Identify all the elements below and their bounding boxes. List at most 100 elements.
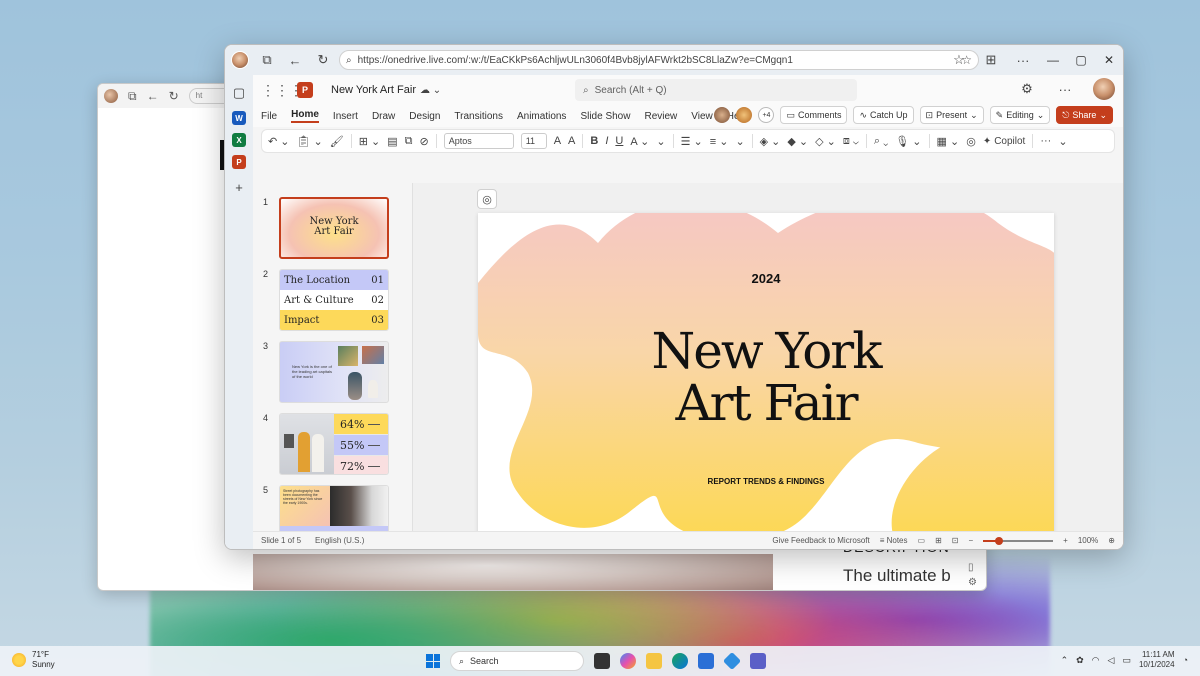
find-icon[interactable]: ⌕ ⌄ [874,135,888,148]
settings-icon[interactable]: ⚙ [968,577,977,588]
battery-icon[interactable]: ▭ [1122,655,1131,666]
azure-icon[interactable] [722,651,742,671]
designer-icon[interactable]: ▦ ⌄ [937,135,960,148]
slide-thumbnail-1[interactable]: New York Art Fair [279,197,389,259]
reuse-slides-icon[interactable]: ⧉ [405,135,413,148]
zoom-knob[interactable] [994,536,1003,545]
volume-icon[interactable]: ◁ [1108,655,1115,666]
share-button[interactable]: ⎋ Share ⌄ [1056,106,1113,124]
arrange-icon[interactable]: ⧈ ⌄ [843,135,859,148]
underline-icon[interactable]: U [615,135,623,147]
zoom-out-icon[interactable]: − [968,536,973,545]
tabs-icon[interactable]: ⧉ [128,89,137,104]
present-button[interactable]: ⊡ Present ⌄ [919,106,984,124]
start-icon[interactable] [426,654,440,668]
tab-slide-show[interactable]: Slide Show [580,111,630,122]
weather-widget[interactable]: 71°F Sunny [12,650,55,670]
shape-fill-icon[interactable]: ◆ ⌄ [787,135,808,148]
decrease-font-icon[interactable]: A [568,135,575,147]
store-icon[interactable] [698,653,714,669]
collaborator-avatar[interactable] [736,107,753,123]
shape-outline-icon[interactable]: ◇ ⌄ [815,135,836,148]
slide-thumbnail-3[interactable]: New York is the one of the leading art c… [279,341,389,403]
font-size-select[interactable]: 11 [520,133,547,149]
more-options-icon[interactable]: ··· [1040,135,1051,147]
search-input[interactable]: ⌕ Search (Alt + Q) [575,79,857,101]
reading-view-icon[interactable]: ⊡ [952,536,959,545]
profile-avatar[interactable] [104,89,118,103]
tabs-panel-icon[interactable]: ▢ [229,83,249,103]
profile-avatar[interactable] [231,51,249,69]
more-paragraph-icon[interactable]: ⌄ [735,135,744,148]
more-icon[interactable]: ··· [1013,50,1033,70]
hide-slide-icon[interactable]: ⊘ [419,135,428,148]
slide-canvas[interactable]: 2024 New York Art Fair REPORT TRENDS & FI… [478,213,1054,547]
chevron-up-icon[interactable]: ⌃ [1061,655,1069,666]
slide-thumbnail-4[interactable]: 64% 55% 72% [279,413,389,475]
wifi-icon[interactable]: ◠ [1092,655,1100,666]
increase-font-icon[interactable]: A [554,135,561,147]
tab-insert[interactable]: Insert [333,111,358,122]
collaborator-avatar[interactable] [714,107,731,123]
close-button[interactable]: ✕ [1101,53,1117,67]
more-icon[interactable]: ··· [1055,79,1075,99]
slide-thumbnail-2[interactable]: The Location 01 Art & Culture 02 Impact 03 [279,269,389,331]
loop-icon[interactable]: ◎ [966,135,976,148]
powerpoint-icon[interactable]: P [232,155,246,169]
collections-icon[interactable]: ⊞ [981,50,1001,70]
collapse-ribbon-icon[interactable]: ⌄ [1058,135,1067,148]
file-explorer-icon[interactable] [646,653,662,669]
back-icon[interactable]: ← [147,89,159,103]
refresh-icon[interactable]: ↻ [313,50,333,70]
tab-view[interactable]: View [691,111,713,122]
edge-window[interactable]: ⧉ ← ↻ ⌕ https://onedrive.live.com/:w:/t/… [224,44,1124,550]
more-collaborators[interactable]: +4 [758,107,775,123]
designer-icon[interactable]: ◎ [477,189,497,209]
word-icon[interactable]: W [232,111,246,125]
normal-view-icon[interactable]: ▭ [918,536,926,545]
tab-file[interactable]: File [261,111,277,122]
more-font-icon[interactable]: ⌄ [656,135,665,148]
zoom-in-icon[interactable]: + [1063,536,1068,545]
teams-icon[interactable] [750,653,766,669]
feedback-link[interactable]: Give Feedback to Microsoft [772,536,869,545]
refresh-icon[interactable]: ↻ [169,89,179,103]
zoom-slider[interactable] [983,536,1054,545]
bullets-icon[interactable]: ☰ ⌄ [681,135,703,148]
tab-home[interactable]: Home [291,109,319,123]
paste-icon[interactable]: 📋︎ ⌄ [297,135,323,148]
undo-icon[interactable]: ↶ ⌄ [268,135,290,148]
notes-button[interactable]: ≡ Notes [880,536,908,545]
address-bar[interactable]: ⌕ https://onedrive.live.com/:w:/t/EaCKkP… [339,50,979,70]
shapes-icon[interactable]: ◈ ⌄ [760,135,781,148]
align-icon[interactable]: ≡ ⌄ [710,135,729,148]
tab-actions-icon[interactable]: ⧉ [257,50,277,70]
edge-icon[interactable] [672,653,688,669]
slide-sorter-icon[interactable]: ⊞ [935,536,942,545]
tab-draw[interactable]: Draw [372,111,395,122]
clock[interactable]: 11:11 AM 10/1/2024 [1139,650,1175,670]
account-avatar[interactable] [1093,78,1115,100]
copilot-tray-icon[interactable]: ✿ [1076,655,1084,666]
editing-mode-button[interactable]: ✎ Editing ⌄ [989,106,1051,124]
tab-transitions[interactable]: Transitions [454,111,503,122]
format-painter-icon[interactable]: 🖌︎ [330,135,344,148]
catch-up-button[interactable]: ∿ Catch Up [853,106,914,124]
maximize-button[interactable]: ▢ [1073,53,1089,67]
language-indicator[interactable]: English (U.S.) [315,536,364,545]
settings-icon[interactable]: ⚙ [1017,79,1037,99]
font-family-select[interactable]: Aptos [443,133,514,149]
add-icon[interactable]: + [229,177,249,197]
taskbar-search[interactable]: ⌕ Search [450,651,584,671]
favorites-icon[interactable]: ☆ [949,50,969,70]
cloud-saved-icon[interactable]: ☁ ⌄ [420,85,441,96]
notification-icon[interactable]: ◔ [1183,655,1188,665]
italic-icon[interactable]: I [605,135,608,147]
reader-icon[interactable]: ▯ [968,562,977,573]
task-view-icon[interactable] [594,653,610,669]
copilot-icon[interactable] [620,653,636,669]
back-icon[interactable]: ← [285,50,305,70]
dictate-icon[interactable]: 🎙︎ ⌄ [895,135,921,148]
document-title[interactable]: New York Art Fair [331,84,416,96]
layout-icon[interactable]: ▤ [387,135,397,148]
